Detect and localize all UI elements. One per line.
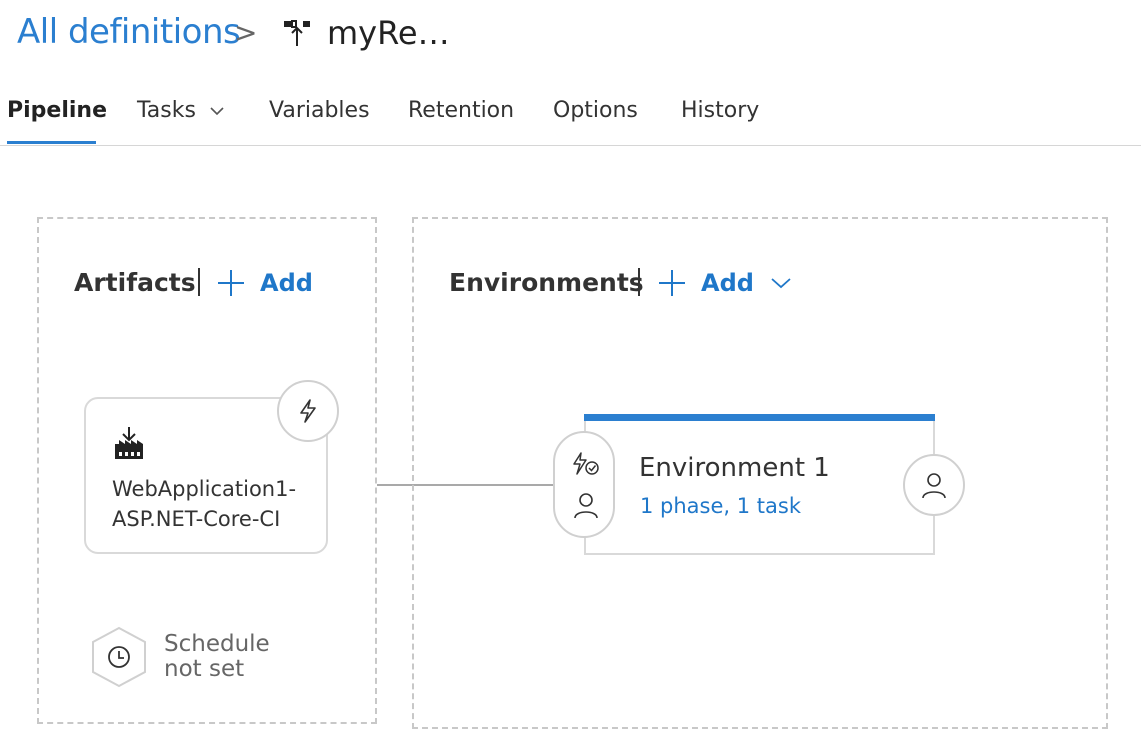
schedule-status: Schedule not set: [164, 632, 270, 682]
post-deployment-approvals-button[interactable]: [903, 454, 965, 516]
active-tab-indicator: [7, 141, 96, 144]
environment-name[interactable]: Environment 1: [639, 453, 830, 483]
lightning-icon: [300, 399, 316, 423]
tab-retention[interactable]: Retention: [408, 98, 514, 123]
continuous-deployment-trigger-button[interactable]: [277, 380, 339, 442]
chevron-down-icon: [210, 107, 224, 116]
tab-pipeline[interactable]: Pipeline: [7, 98, 107, 123]
chevron-down-icon: [771, 278, 791, 289]
environment-status-bar: [584, 414, 935, 421]
release-definition-icon: [284, 20, 310, 46]
tab-options[interactable]: Options: [553, 98, 638, 123]
pre-deployment-conditions[interactable]: [553, 431, 615, 538]
build-artifact-icon: [115, 427, 143, 459]
plus-icon: [218, 270, 244, 296]
add-artifact-button[interactable]: Add: [216, 268, 313, 298]
environments-title: Environments: [449, 268, 644, 297]
tabs-divider: [0, 145, 1141, 146]
add-environment-label: Add: [701, 269, 754, 297]
add-artifact-label: Add: [260, 269, 313, 297]
title-divider: [198, 268, 200, 296]
add-environment-button[interactable]: Add: [657, 268, 792, 298]
breadcrumb-separator: >: [234, 16, 258, 49]
tab-variables[interactable]: Variables: [269, 98, 370, 123]
tab-history[interactable]: History: [681, 98, 759, 123]
schedule-line2: not set: [164, 656, 245, 682]
schedule-line1: Schedule: [164, 631, 270, 657]
environment-summary-link[interactable]: 1 phase, 1 task: [640, 494, 801, 518]
tab-tasks[interactable]: Tasks: [137, 98, 225, 123]
plus-icon: [659, 270, 685, 296]
person-icon: [922, 473, 946, 499]
schedule-trigger-button[interactable]: [90, 626, 148, 688]
trigger-check-icon[interactable]: [571, 451, 601, 479]
artifact-name: WebApplication1- ASP.NET-Core-CI: [112, 477, 297, 531]
artifacts-title: Artifacts: [74, 268, 196, 297]
definition-title: myRe…: [327, 14, 450, 52]
person-icon[interactable]: [573, 491, 599, 519]
title-divider: [638, 268, 640, 296]
tab-tasks-label: Tasks: [137, 98, 196, 123]
breadcrumb-all-definitions[interactable]: All definitions: [17, 12, 241, 52]
environment-card[interactable]: [584, 414, 935, 555]
